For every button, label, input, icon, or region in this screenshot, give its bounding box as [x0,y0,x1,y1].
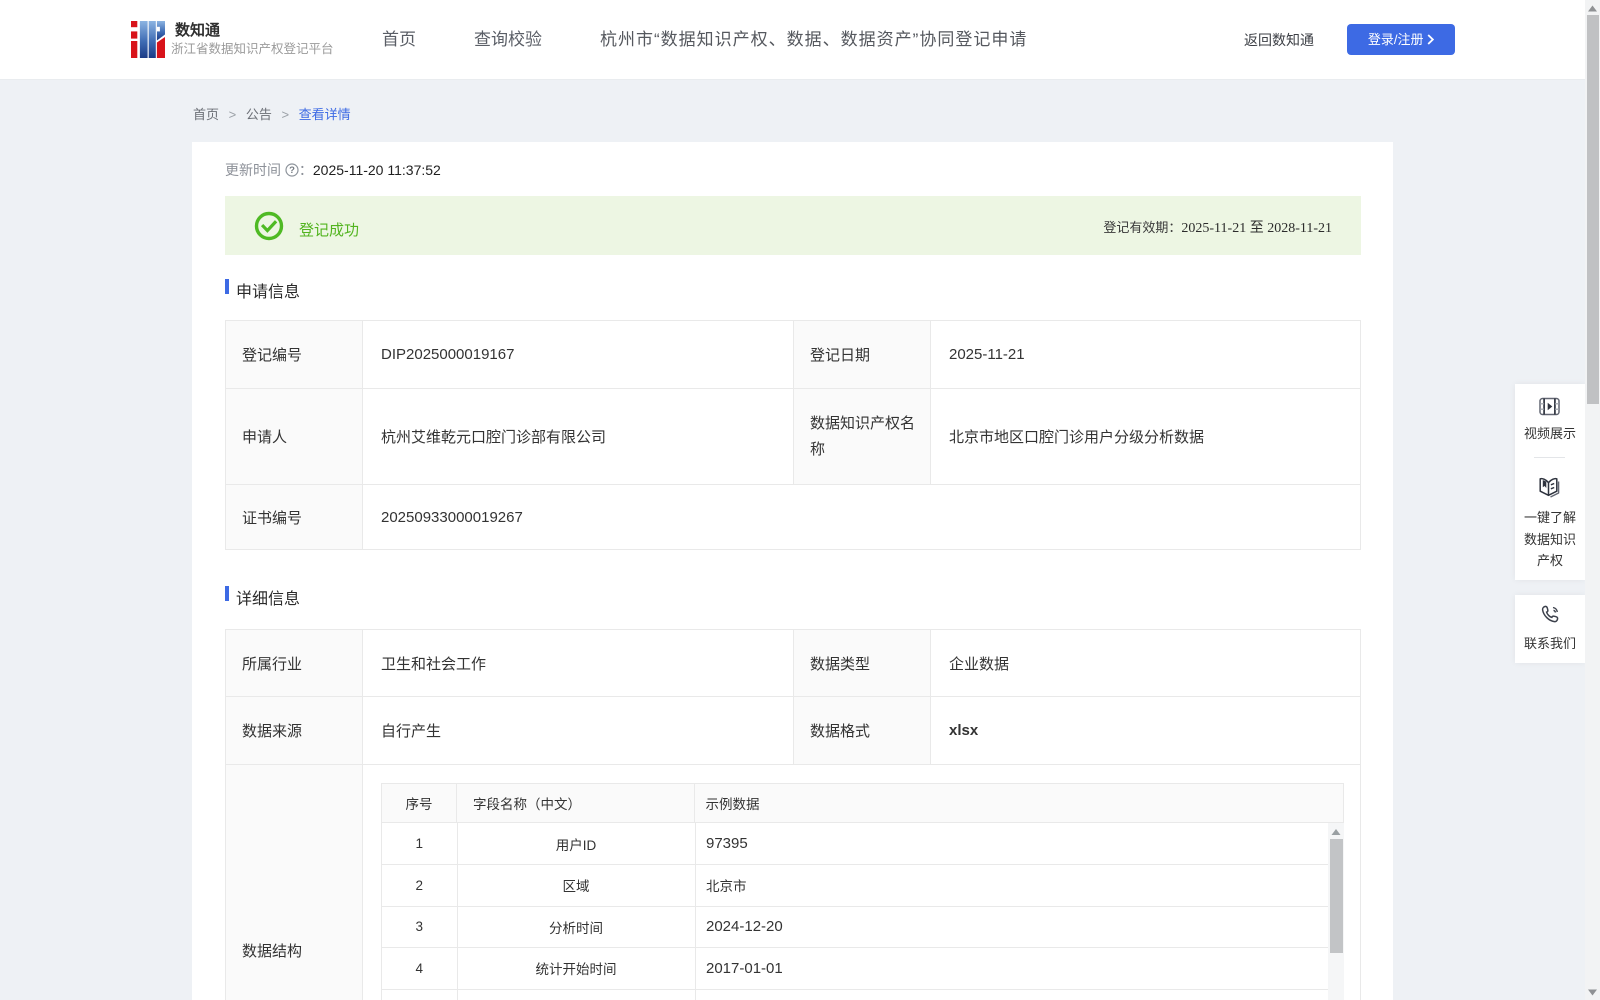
svg-text:?: ? [289,165,295,176]
